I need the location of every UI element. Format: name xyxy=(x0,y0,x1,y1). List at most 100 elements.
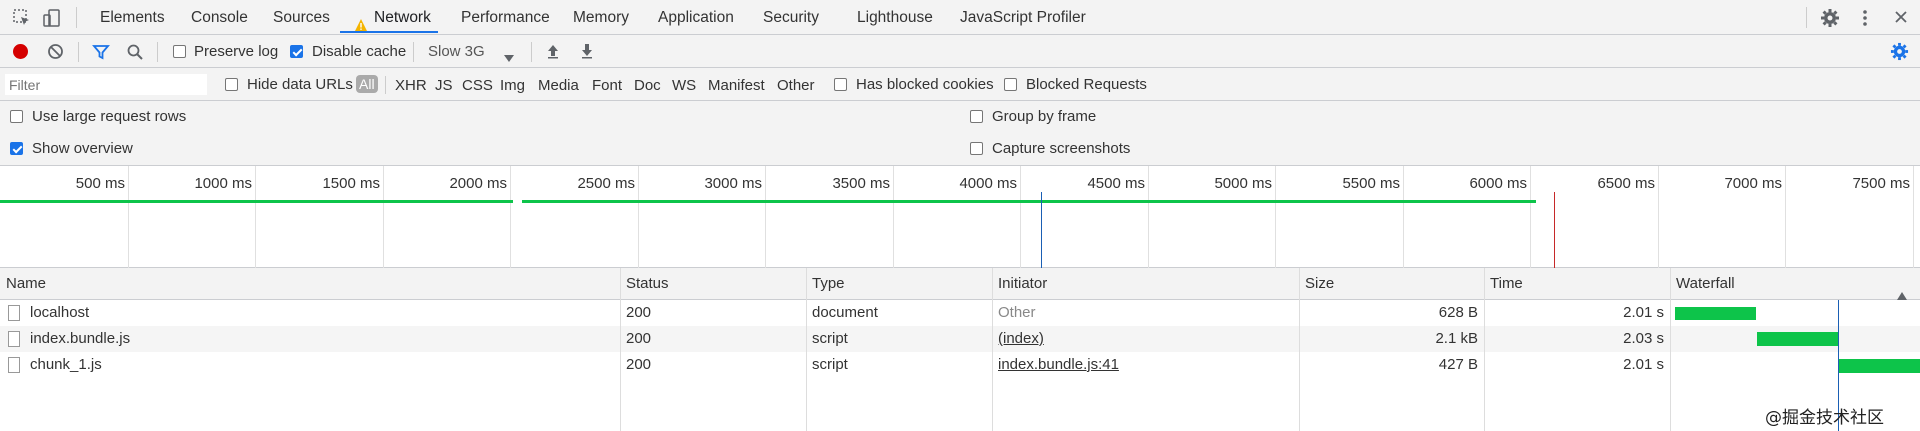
request-initiator-link[interactable]: (index) xyxy=(998,326,1044,352)
search-icon[interactable] xyxy=(126,43,144,61)
overview-tick-label: 7000 ms xyxy=(1724,175,1782,192)
column-header-status[interactable]: Status xyxy=(620,268,806,300)
request-status: 200 xyxy=(626,356,652,373)
type-filter-all[interactable]: All xyxy=(356,75,378,93)
table-row[interactable]: chunk_1.js 200 script index.bundle.js:41… xyxy=(0,352,1920,378)
document-icon xyxy=(8,305,20,321)
column-header-name[interactable]: Name xyxy=(0,268,620,300)
overview-tick-label: 5500 ms xyxy=(1342,175,1400,192)
column-header-size[interactable]: Size xyxy=(1299,268,1484,300)
has-blocked-cookies-checkbox[interactable] xyxy=(834,78,847,91)
column-header-initiator[interactable]: Initiator xyxy=(992,268,1299,300)
blocked-requests-checkbox[interactable] xyxy=(1004,78,1017,91)
tab-network[interactable]: Network xyxy=(340,0,438,33)
throttling-value: Slow 3G xyxy=(428,43,485,60)
filter-input[interactable] xyxy=(4,73,208,96)
tab-performance[interactable]: Performance xyxy=(461,0,550,35)
tab-security[interactable]: Security xyxy=(763,0,819,35)
show-overview-checkbox[interactable] xyxy=(10,142,23,155)
type-filter-img[interactable]: Img xyxy=(500,77,525,94)
request-initiator-link[interactable]: index.bundle.js:41 xyxy=(998,352,1119,378)
column-header-type[interactable]: Type xyxy=(806,268,992,300)
tab-javascript-profiler[interactable]: JavaScript Profiler xyxy=(960,0,1086,35)
overview-tick-label: 2000 ms xyxy=(449,175,507,192)
large-rows-checkbox[interactable] xyxy=(10,110,23,123)
tab-memory[interactable]: Memory xyxy=(573,0,629,35)
type-filter-media[interactable]: Media xyxy=(538,77,579,94)
request-size: 427 B xyxy=(1438,356,1478,373)
capture-screenshots-checkbox[interactable] xyxy=(970,142,983,155)
type-filter-manifest[interactable]: Manifest xyxy=(708,77,765,94)
table-row[interactable]: localhost 200 document Other 628 B 2.01 … xyxy=(0,300,1920,326)
network-settings-gear-icon[interactable] xyxy=(1890,42,1909,61)
type-filter-font[interactable]: Font xyxy=(592,77,622,94)
overview-tick-label: 4500 ms xyxy=(1087,175,1145,192)
domcontentloaded-marker xyxy=(1041,192,1042,268)
request-name: chunk_1.js xyxy=(30,356,102,373)
type-filter-xhr[interactable]: XHR xyxy=(395,77,427,94)
settings-gear-icon[interactable] xyxy=(1820,8,1840,28)
waterfall-bar xyxy=(1675,307,1756,320)
tab-console[interactable]: Console xyxy=(191,0,248,35)
throttling-select[interactable]: Slow 3G xyxy=(422,41,518,63)
has-blocked-cookies-label: Has blocked cookies xyxy=(856,76,994,93)
tab-sources[interactable]: Sources xyxy=(273,0,330,35)
type-filter-js[interactable]: JS xyxy=(435,77,453,94)
hide-data-urls-checkbox[interactable] xyxy=(225,78,238,91)
watermark: @掘金技术社区 xyxy=(1765,408,1884,428)
disable-cache-label: Disable cache xyxy=(312,43,407,60)
request-initiator: Other xyxy=(998,304,1036,321)
type-filter-doc[interactable]: Doc xyxy=(634,77,661,94)
group-by-frame-checkbox[interactable] xyxy=(970,110,983,123)
request-time: 2.03 s xyxy=(1623,330,1664,347)
request-time: 2.01 s xyxy=(1623,304,1664,321)
type-filter-ws[interactable]: WS xyxy=(672,77,696,94)
waterfall-bar xyxy=(1757,332,1838,346)
devtools-tab-bar: Elements Console Sources Network Perform… xyxy=(0,0,1920,35)
script-file-icon xyxy=(8,357,20,373)
large-rows-label: Use large request rows xyxy=(32,108,187,125)
request-size: 628 B xyxy=(1438,304,1478,321)
overview-tick-label: 1500 ms xyxy=(322,175,380,192)
capture-screenshots-label: Capture screenshots xyxy=(992,140,1131,157)
script-file-icon xyxy=(8,331,20,347)
request-name: localhost xyxy=(30,304,90,321)
more-options-icon[interactable] xyxy=(1860,8,1870,28)
overview-tick-label: 500 ms xyxy=(75,175,125,192)
network-overview[interactable]: 500 ms 1000 ms 1500 ms 2000 ms 2500 ms 3… xyxy=(0,166,1920,268)
load-event-marker xyxy=(1554,192,1555,268)
group-by-frame-label: Group by frame xyxy=(992,108,1097,125)
filter-bar: Hide data URLs All XHR JS CSS Img Media … xyxy=(0,68,1920,101)
filter-icon[interactable] xyxy=(92,43,110,61)
overview-tick-label: 4000 ms xyxy=(959,175,1017,192)
tab-elements[interactable]: Elements xyxy=(100,0,165,35)
import-har-icon[interactable] xyxy=(545,43,561,59)
inspect-element-icon[interactable] xyxy=(12,8,32,28)
overview-tick-label: 3000 ms xyxy=(704,175,762,192)
clear-icon[interactable] xyxy=(47,43,64,60)
type-filter-css[interactable]: CSS xyxy=(462,77,493,94)
disable-cache-checkbox[interactable] xyxy=(290,45,303,58)
close-devtools-icon[interactable] xyxy=(1893,9,1909,25)
export-har-icon[interactable] xyxy=(579,43,595,59)
tab-application[interactable]: Application xyxy=(658,0,734,35)
tab-network-label: Network xyxy=(374,9,431,26)
overview-tick-label: 5000 ms xyxy=(1214,175,1272,192)
tab-lighthouse[interactable]: Lighthouse xyxy=(857,0,933,35)
overview-download-bar xyxy=(0,200,513,203)
chevron-down-icon xyxy=(504,49,514,66)
settings-row-1: Use large request rows Group by frame xyxy=(0,101,1920,133)
table-row[interactable]: index.bundle.js 200 script (index) 2.1 k… xyxy=(0,326,1920,352)
request-status: 200 xyxy=(626,304,652,321)
request-size: 2.1 kB xyxy=(1435,330,1478,347)
hide-data-urls-label: Hide data URLs xyxy=(247,76,353,93)
network-toolbar: Preserve log Disable cache Slow 3G xyxy=(0,35,1920,68)
blocked-requests-label: Blocked Requests xyxy=(1026,76,1147,93)
column-header-time[interactable]: Time xyxy=(1484,268,1670,300)
preserve-log-checkbox[interactable] xyxy=(173,45,186,58)
device-toolbar-icon[interactable] xyxy=(42,8,62,28)
request-time: 2.01 s xyxy=(1623,356,1664,373)
record-icon[interactable] xyxy=(12,43,29,60)
type-filter-other[interactable]: Other xyxy=(777,77,815,94)
column-header-waterfall[interactable]: Waterfall xyxy=(1670,268,1920,300)
